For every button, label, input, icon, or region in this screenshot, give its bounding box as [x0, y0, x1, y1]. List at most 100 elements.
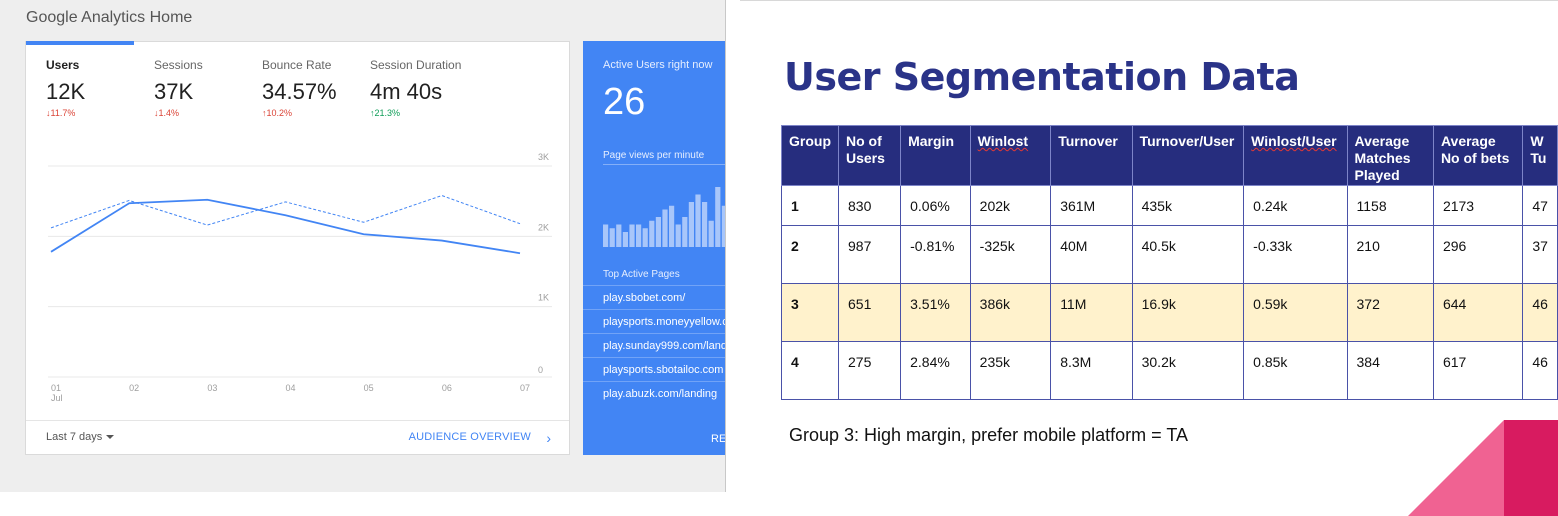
segmentation-slide: User Segmentation Data Group No of Users…	[740, 0, 1558, 516]
pageview-bar	[695, 194, 701, 247]
header-winlost-per-user: Winlost/User	[1243, 125, 1348, 186]
pageview-bar	[629, 224, 635, 247]
slide-note: Group 3: High margin, prefer mobile plat…	[789, 425, 1189, 445]
table-cell: 435k	[1131, 185, 1245, 226]
table-cell: 8.3M	[1050, 341, 1133, 400]
table-cell: 2173	[1432, 185, 1524, 226]
y-tick-label: 2K	[538, 222, 549, 232]
table-cell: 830	[837, 185, 902, 226]
x-tick-label: 06	[442, 383, 452, 393]
table-cell: -0.81%	[900, 225, 971, 284]
table-cell: 0.06%	[900, 185, 971, 226]
group-cell: 3	[781, 283, 839, 342]
table-cell: 46	[1522, 283, 1558, 342]
group-cell: 1	[781, 185, 839, 226]
group-cell: 2	[781, 225, 839, 284]
table-cell: 37	[1522, 225, 1558, 284]
table-cell: 11M	[1050, 283, 1133, 342]
divider	[603, 164, 725, 165]
top-page-item[interactable]: play.sbobet.com/	[583, 285, 725, 309]
table-cell: 2.84%	[900, 341, 971, 400]
pageview-bar	[622, 232, 628, 247]
table-row: 3 651 3.51% 386k 11M 16.9k 0.59k 372 644 46	[781, 283, 1558, 342]
realtime-card: Active Users right now 26 Page views per…	[583, 41, 725, 455]
pageviews-bar-chart	[603, 187, 725, 247]
pageview-bar	[682, 217, 688, 247]
table-cell: 47	[1522, 185, 1558, 226]
date-range-label: Last 7 days	[46, 431, 103, 443]
audience-card: Users 12K ↓11.7% Sessions 37K ↓1.4% Boun…	[25, 41, 570, 455]
table-row: 2 987 -0.81% -325k 40M 40.5k -0.33k 210 296 37	[781, 225, 1558, 284]
table-cell: 16.9k	[1131, 283, 1245, 342]
x-tick-sublabel: Jul	[51, 393, 63, 403]
pageviews-label: Page views per minute	[603, 150, 705, 161]
pageview-bar	[655, 217, 661, 247]
analytics-title: Google Analytics Home	[26, 9, 193, 26]
x-tick-label: 05	[364, 383, 374, 393]
pageview-bar	[715, 187, 721, 247]
table-header-row: Group No of Users Margin Winlost Turnove…	[781, 125, 1558, 186]
top-page-item[interactable]: playsports.sbotailoc.com	[583, 357, 725, 381]
realtime-report-link[interactable]: RE	[711, 433, 725, 445]
table-cell: 987	[837, 225, 902, 284]
top-page-item[interactable]: playsports.moneyyellow.c	[583, 309, 725, 333]
header-winlost: Winlost	[969, 125, 1052, 186]
header-winlost-per-user-text: Winlost/User	[1251, 133, 1337, 149]
pageview-bar	[662, 209, 668, 247]
series-line-comparison	[50, 195, 521, 229]
pageview-bar	[669, 205, 675, 247]
header-group: Group	[781, 125, 839, 186]
header-winlost-text: Winlost	[977, 133, 1029, 149]
table-cell: 210	[1346, 225, 1434, 284]
pageview-bar	[708, 220, 714, 247]
audience-overview-link[interactable]: AUDIENCE OVERVIEW	[409, 431, 531, 443]
group-cell: 4	[781, 341, 839, 400]
header-average-no-of-bets: Average No of bets	[1432, 125, 1524, 186]
table-cell: 235k	[969, 341, 1052, 400]
table-cell: 202k	[969, 185, 1052, 226]
y-tick-label: 3K	[538, 152, 549, 162]
table-row: 1 830 0.06% 202k 361M 435k 0.24k 1158 2173 47	[781, 185, 1558, 226]
table-cell: 296	[1432, 225, 1524, 284]
pageview-bar	[603, 224, 609, 247]
table-cell: 384	[1346, 341, 1434, 400]
chevron-right-icon[interactable]: ›	[546, 430, 551, 446]
table-cell: 617	[1432, 341, 1524, 400]
pageview-bar	[642, 228, 648, 247]
header-average-matches-played: Average Matches Played	[1346, 125, 1434, 186]
table-cell: 275	[837, 341, 902, 400]
table-row: 4 275 2.84% 235k 8.3M 30.2k 0.85k 384 617 46	[781, 341, 1558, 400]
table-cell: 386k	[969, 283, 1052, 342]
table-cell: 372	[1346, 283, 1434, 342]
x-tick-label: 01	[51, 383, 61, 393]
pageview-bar	[675, 224, 681, 247]
table-cell: 0.59k	[1243, 283, 1348, 342]
header-turnover: Turnover	[1050, 125, 1133, 186]
header-margin: Margin	[900, 125, 971, 186]
table-cell: 361M	[1050, 185, 1133, 226]
analytics-panel: Google Analytics Home Users 12K ↓11.7% S…	[0, 0, 726, 492]
y-tick-label: 1K	[538, 293, 549, 303]
pageview-bar	[636, 224, 642, 247]
y-tick-label: 0	[538, 365, 543, 375]
top-page-item[interactable]: play.abuzk.com/landing	[583, 381, 725, 405]
table-cell: 40M	[1050, 225, 1133, 284]
header-no-of-users: No of Users	[837, 125, 902, 186]
pageview-bar	[649, 220, 655, 247]
table-cell: 30.2k	[1131, 341, 1245, 400]
table-cell: 1158	[1346, 185, 1434, 226]
segmentation-table: Group No of Users Margin Winlost Turnove…	[781, 125, 1558, 400]
table-cell: -0.33k	[1243, 225, 1348, 284]
x-tick-label: 04	[286, 383, 296, 393]
analytics-header: Google Analytics Home	[0, 0, 725, 40]
table-cell: 0.85k	[1243, 341, 1348, 400]
table-cell: 0.24k	[1243, 185, 1348, 226]
caret-down-icon	[106, 435, 115, 440]
decoration-magenta-band	[1504, 420, 1558, 516]
table-cell: 644	[1432, 283, 1524, 342]
pageview-bar	[688, 202, 694, 247]
active-users-label: Active Users right now	[603, 59, 713, 71]
top-page-item[interactable]: play.sunday999.com/land	[583, 333, 725, 357]
pageview-bar	[721, 205, 725, 247]
date-range-dropdown[interactable]: Last 7 days	[46, 431, 115, 443]
